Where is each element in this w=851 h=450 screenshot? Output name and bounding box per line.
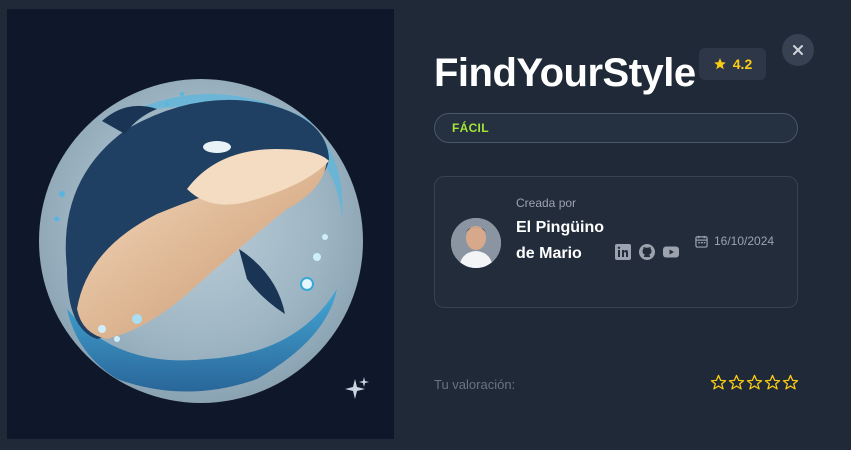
star-icon[interactable] [746,374,763,394]
created-by-label: Creada por [516,196,577,210]
date-value: 16/10/2024 [714,234,775,248]
close-button[interactable] [782,34,814,66]
star-icon [713,58,726,70]
github-icon[interactable] [639,244,655,260]
close-icon [793,45,803,55]
your-rating-label: Tu valoración: [434,377,516,392]
youtube-icon[interactable] [663,244,679,260]
difficulty-label: FÁCIL [452,121,489,135]
difficulty-badge: FÁCIL [434,113,798,143]
social-links [615,244,679,260]
project-image [7,9,394,439]
avatar[interactable] [451,218,501,268]
rating-value: 4.2 [732,56,753,72]
star-icon[interactable] [782,374,799,394]
sparkle-icon [343,375,371,403]
star-icon[interactable] [710,374,727,394]
project-title: FindYourStyle [434,51,696,95]
calendar-icon [695,235,708,248]
author-card: Creada por El Pingüino de Mario 16/10/20… [434,176,798,308]
linkedin-icon[interactable] [615,244,631,260]
rating-badge: 4.2 [699,48,766,80]
creation-date: 16/10/2024 [695,234,774,248]
author-name[interactable]: El Pingüino de Mario [516,215,611,267]
rating-stars [710,374,799,394]
orca-illustration [39,79,363,403]
star-icon[interactable] [764,374,781,394]
star-icon[interactable] [728,374,745,394]
